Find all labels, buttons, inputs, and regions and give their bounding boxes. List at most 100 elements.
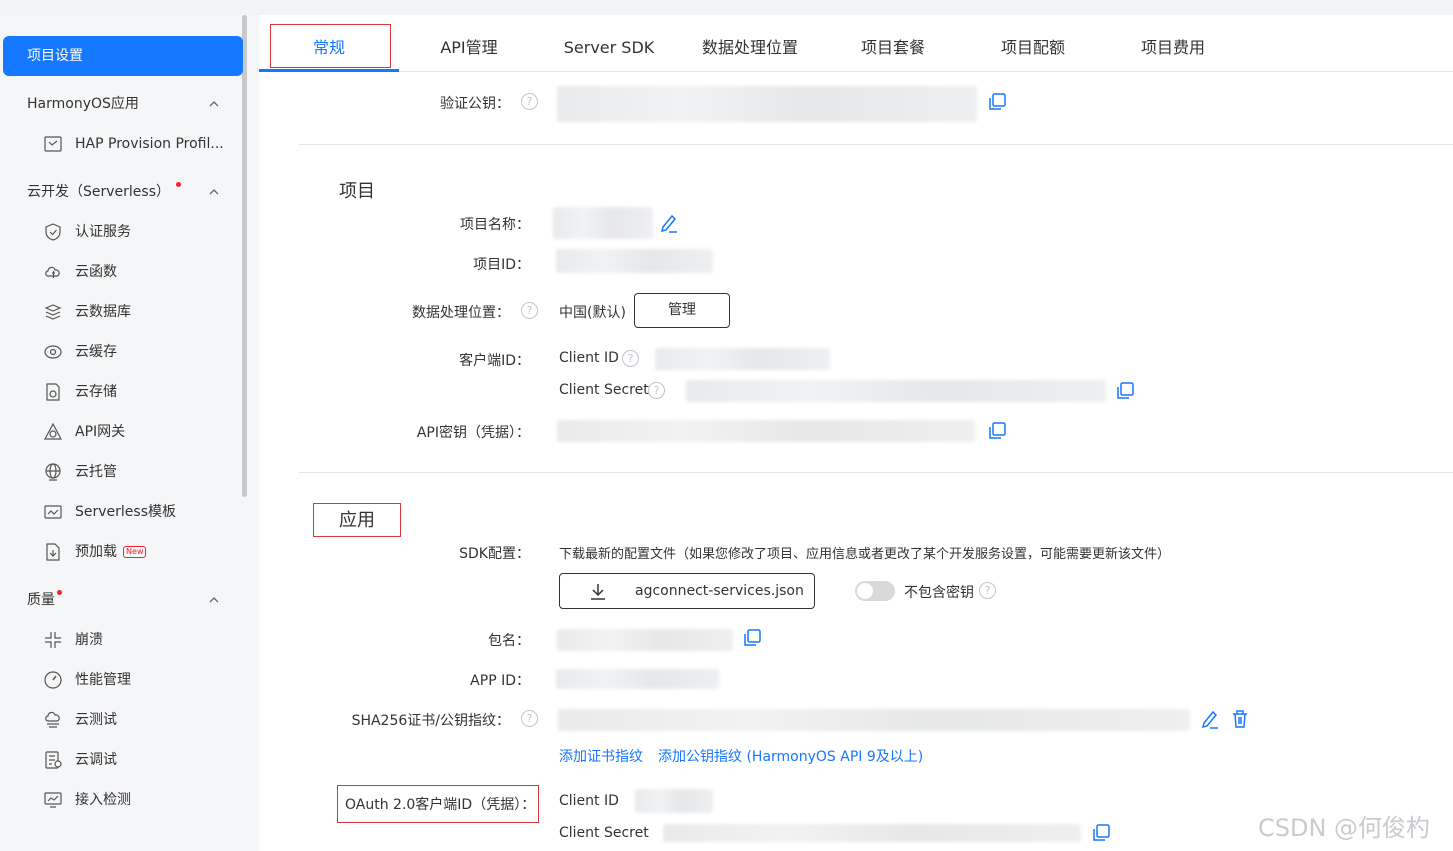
delete-icon[interactable] xyxy=(1230,709,1250,729)
exclude-key-toggle[interactable] xyxy=(855,581,895,601)
sidebar-item-cloud-cache[interactable]: 云缓存 xyxy=(43,342,238,362)
manage-button[interactable]: 管理 xyxy=(634,293,730,328)
sidebar-item-cloud-test[interactable]: 云测试 xyxy=(43,710,238,730)
oauth-client-label: OAuth 2.0客户端ID（凭据）： xyxy=(345,797,536,813)
add-pubkey-fingerprint-link[interactable]: 添加公钥指纹 (HarmonyOS API 9及以上) xyxy=(658,746,923,766)
app-id-value xyxy=(556,669,719,689)
help-icon[interactable]: ? xyxy=(979,582,996,599)
tab-bar: 常规 API管理 Server SDK 数据处理位置 项目套餐 项目配额 项目费… xyxy=(259,15,1453,72)
data-location-value: 中国(默认) xyxy=(559,305,626,321)
sidebar-group-quality[interactable]: 质量 xyxy=(27,590,62,610)
download-icon xyxy=(591,584,605,600)
sidebar-item-cloud-db[interactable]: 云数据库 xyxy=(43,302,238,322)
sidebar-item-serverless-template[interactable]: Serverless模板 xyxy=(43,502,238,522)
exclude-key-label: 不包含密钥 xyxy=(904,585,974,601)
debug-icon xyxy=(45,751,62,769)
sidebar-item-cloud-hosting[interactable]: 云托管 xyxy=(43,462,238,482)
help-icon[interactable]: ? xyxy=(521,93,538,110)
chevron-up-icon[interactable] xyxy=(209,99,219,109)
help-icon[interactable]: ? xyxy=(521,302,538,319)
sidebar-item-project-settings[interactable]: 项目设置 xyxy=(3,36,243,76)
tab-project-fees[interactable]: 项目费用 xyxy=(1103,15,1243,72)
cloud-test-icon xyxy=(45,711,60,728)
preload-icon xyxy=(46,543,60,561)
oauth-client-secret-value xyxy=(663,824,1081,842)
sidebar: 项目设置 HarmonyOS应用 HAP Provision Profil...… xyxy=(0,15,259,851)
tab-api-management[interactable]: API管理 xyxy=(399,15,539,72)
profile-icon xyxy=(44,136,62,152)
sidebar-item-preload[interactable]: 预加载 New xyxy=(43,542,238,562)
sidebar-item-hap-profile[interactable]: HAP Provision Profil... xyxy=(43,134,238,154)
section-divider xyxy=(299,472,1453,473)
tab-data-location[interactable]: 数据处理位置 xyxy=(679,15,821,72)
tab-server-sdk[interactable]: Server SDK xyxy=(539,15,679,72)
copy-icon[interactable] xyxy=(987,421,1007,441)
new-badge: New xyxy=(123,546,147,558)
tab-project-plan[interactable]: 项目套餐 xyxy=(823,15,963,72)
section-divider xyxy=(299,144,1453,145)
notification-dot xyxy=(57,590,62,595)
cache-icon xyxy=(44,345,62,359)
copy-icon[interactable] xyxy=(1115,381,1135,401)
watermark: CSDN @何俊杓 xyxy=(1258,814,1431,842)
verify-key-value xyxy=(557,86,977,122)
project-name-value xyxy=(553,207,653,239)
copy-icon[interactable] xyxy=(742,628,762,648)
sidebar-item-auth[interactable]: 认证服务 xyxy=(43,222,238,242)
app-section-title: 应用 xyxy=(339,510,375,531)
verify-key-label: 验证公钥： xyxy=(440,96,510,112)
project-id-label: 项目ID： xyxy=(473,257,530,273)
storage-icon xyxy=(46,383,60,401)
cloud-function-icon xyxy=(45,266,60,278)
api-key-label: API密钥（凭据）： xyxy=(416,425,530,441)
gateway-icon xyxy=(44,422,62,440)
sha256-value xyxy=(558,709,1190,731)
sidebar-item-cloud-debug[interactable]: 云调试 xyxy=(43,750,238,770)
shield-icon xyxy=(45,223,61,241)
sidebar-item-crash[interactable]: 崩溃 xyxy=(43,630,238,650)
tab-project-quota[interactable]: 项目配额 xyxy=(963,15,1103,72)
globe-icon xyxy=(45,463,61,481)
template-icon xyxy=(44,505,62,519)
sidebar-item-access-check[interactable]: 接入检测 xyxy=(43,790,238,810)
sdk-config-label: SDK配置： xyxy=(459,546,530,562)
oauth-client-id-text: Client ID xyxy=(559,793,619,809)
chevron-up-icon[interactable] xyxy=(209,187,219,197)
sidebar-group-harmonyos[interactable]: HarmonyOS应用 xyxy=(27,94,139,114)
add-cert-fingerprint-link[interactable]: 添加证书指纹 xyxy=(559,746,643,766)
project-id-value xyxy=(556,249,713,273)
copy-icon[interactable] xyxy=(1091,823,1111,843)
notification-dot xyxy=(176,182,182,187)
chevron-up-icon[interactable] xyxy=(209,595,219,605)
sidebar-item-cloud-storage[interactable]: 云存储 xyxy=(43,382,238,402)
database-icon xyxy=(44,304,62,320)
client-id-text: Client ID xyxy=(559,350,619,366)
help-icon[interactable]: ? xyxy=(648,382,665,399)
sidebar-group-serverless[interactable]: 云开发（Serverless） xyxy=(27,182,182,202)
client-id-label: 客户端ID： xyxy=(459,353,530,369)
project-section-title: 项目 xyxy=(339,181,375,202)
oauth-client-secret-text: Client Secret xyxy=(559,825,649,841)
edit-icon[interactable] xyxy=(659,213,679,233)
sidebar-item-performance[interactable]: 性能管理 xyxy=(43,670,238,690)
copy-icon[interactable] xyxy=(987,92,1007,112)
api-key-value xyxy=(557,420,975,442)
help-icon[interactable]: ? xyxy=(521,710,538,727)
highlight-box xyxy=(270,24,391,68)
app-id-label: APP ID： xyxy=(470,673,530,689)
help-icon[interactable]: ? xyxy=(622,350,639,367)
sha256-label: SHA256证书/公钥指纹： xyxy=(351,713,510,729)
package-name-value xyxy=(557,629,733,651)
edit-icon[interactable] xyxy=(1200,709,1220,729)
oauth-client-id-value xyxy=(635,789,713,813)
sidebar-item-cloud-function[interactable]: 云函数 xyxy=(43,262,238,282)
top-strip xyxy=(0,0,1453,15)
package-name-label: 包名： xyxy=(488,633,530,649)
project-name-label: 项目名称： xyxy=(460,217,530,233)
sidebar-item-api-gateway[interactable]: API网关 xyxy=(43,422,238,442)
monitor-icon xyxy=(44,792,62,808)
gauge-icon xyxy=(44,671,62,689)
sidebar-scrollbar[interactable] xyxy=(242,15,247,497)
crash-icon xyxy=(45,632,61,648)
download-config-button[interactable]: agconnect-services.json xyxy=(559,573,815,609)
